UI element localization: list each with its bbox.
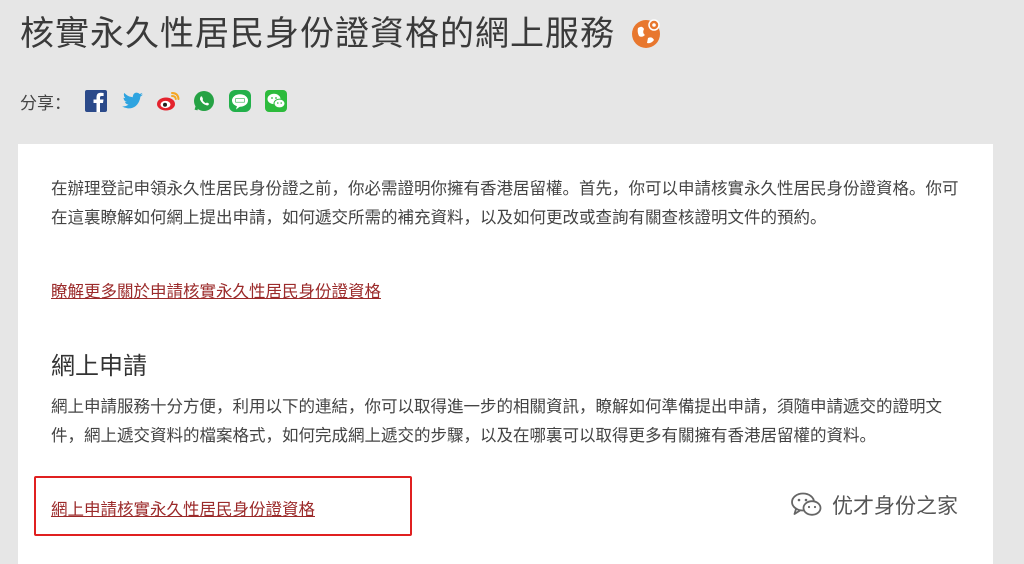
intro-paragraph: 在辦理登記申領永久性居民身份證之前，你必需證明你擁有香港居留權。首先，你可以申請… (51, 179, 959, 227)
share-bar: 分享： (20, 88, 299, 114)
watermark: 优才身份之家 (790, 490, 958, 520)
page-title-text: 核實永久性居民身份證資格的網上服務 (20, 14, 615, 54)
location-globe-icon (629, 16, 663, 50)
line-icon[interactable] (227, 88, 253, 114)
watermark-text: 优才身份之家 (832, 494, 958, 518)
facebook-icon[interactable] (83, 88, 109, 114)
wechat-icon[interactable] (263, 88, 289, 114)
wechat-watermark-icon (790, 490, 824, 520)
weibo-icon[interactable] (155, 88, 181, 114)
twitter-icon[interactable] (119, 88, 145, 114)
online-application-heading: 網上申請 (51, 352, 147, 380)
online-application-paragraph: 網上申請服務十分方便，利用以下的連結，你可以取得進一步的相關資訊，瞭解如何準備提… (51, 397, 942, 445)
share-label: 分享： (20, 93, 71, 114)
learn-more-link[interactable]: 瞭解更多關於申請核實永久性居民身份證資格 (51, 278, 381, 302)
online-application-link[interactable]: 網上申請核實永久性居民身份證資格 (51, 496, 315, 520)
whatsapp-icon[interactable] (191, 88, 217, 114)
page-title: 核實永久性居民身份證資格的網上服務 (20, 6, 663, 55)
